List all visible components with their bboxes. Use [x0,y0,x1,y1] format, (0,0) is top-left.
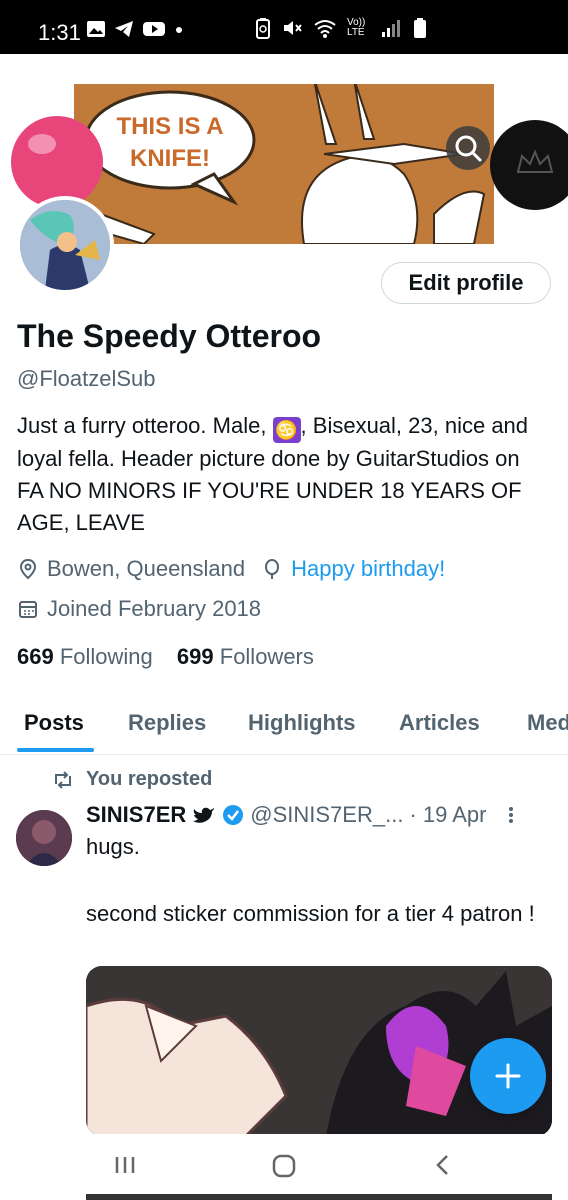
edit-profile-button[interactable]: Edit profile [381,262,551,304]
youtube-icon [143,22,165,36]
tab-media[interactable]: Med [527,710,568,736]
status-bar: 1:31 Vo)) LTE [0,0,568,54]
repost-label: You reposted [86,768,213,790]
crown-icon [516,149,554,173]
follow-counts: 669 Following 699 Followers [17,644,314,670]
calendar-icon [19,601,37,618]
profile-joined: Joined February 2018 [47,596,262,621]
banner-speech-line2: KNIFE! [130,145,210,172]
profile-tabs: Posts Replies Highlights Articles Med [0,700,568,755]
avatar-image [20,200,110,290]
following-label: Following [59,644,153,669]
profile-meta-row: Bowen, Queensland Happy birthday! [17,556,445,582]
tab-posts[interactable]: Posts [24,710,84,736]
search-button[interactable] [446,126,490,170]
banner-speech-line1: THIS IS A [116,113,223,140]
header-banner-image[interactable]: THIS IS A KNIFE! [74,84,494,244]
recent-apps-icon[interactable] [112,1152,138,1178]
tab-replies[interactable]: Replies [128,710,206,736]
profile-location: Bowen, Queensland [47,556,246,581]
media-peek-strip [86,1194,552,1200]
followers-link[interactable]: 699 Followers [177,644,314,669]
system-nav-bar [0,1134,568,1200]
profile-avatar[interactable] [16,196,114,294]
volte-icon: Vo)) LTE [347,17,366,38]
post-text-line1: hugs. [86,834,140,859]
search-icon [455,135,482,162]
following-count: 669 [17,644,54,669]
battery-icon [414,18,426,38]
overlay-avatar[interactable] [490,120,568,210]
post-time: · 19 Apr [409,802,487,827]
compose-button[interactable] [470,1038,546,1114]
mute-icon [284,21,302,35]
plus-icon [495,1063,521,1089]
birthday-link[interactable]: Happy birthday! [291,556,445,582]
post-header: SINIS7ER @SINIS7ER_... · 19 Apr [86,802,518,828]
home-icon[interactable] [270,1152,298,1180]
profile-joined-row: Joined February 2018 [17,596,261,622]
tab-articles[interactable]: Articles [399,710,480,736]
back-icon[interactable] [430,1152,456,1178]
dot-icon [176,27,182,33]
location-icon [19,558,37,580]
signal-icon [382,20,400,37]
balloon-icon [265,559,280,579]
following-link[interactable]: 669 Following [17,644,153,669]
tab-highlights[interactable]: Highlights [248,710,356,736]
active-tab-indicator [17,748,94,752]
telegram-icon [115,21,133,37]
post-author-handle[interactable]: @SINIS7ER_... [250,802,403,828]
profile-name: The Speedy Otteroo [17,318,322,354]
post-author-name[interactable]: SINIS7ER [86,802,186,828]
repost-indicator: You reposted [52,768,212,791]
battery-saver-icon [256,18,270,39]
repost-icon [55,770,71,789]
banner-illustration: THIS IS A KNIFE! [74,84,494,244]
profile-bio: Just a furry otteroo. Male, ♋, Bisexual,… [17,410,537,539]
gallery-icon [87,21,105,37]
post-avatar-image [16,810,72,866]
cancer-emoji-icon: ♋ [272,417,301,443]
post-text-line2: second sticker commission for a tier 4 p… [86,901,535,926]
more-options-icon[interactable] [504,804,518,826]
wifi-icon [314,20,336,38]
followers-label: Followers [219,644,314,669]
verified-badge-icon [223,805,244,825]
bio-text-part1: Just a furry otteroo. Male, [17,413,273,438]
profile-handle: @FloatzelSub [17,366,156,391]
bird-icon [193,807,215,823]
followers-count: 699 [176,644,214,669]
post-author-avatar[interactable] [16,810,72,866]
status-time: 1:31 [38,20,81,45]
